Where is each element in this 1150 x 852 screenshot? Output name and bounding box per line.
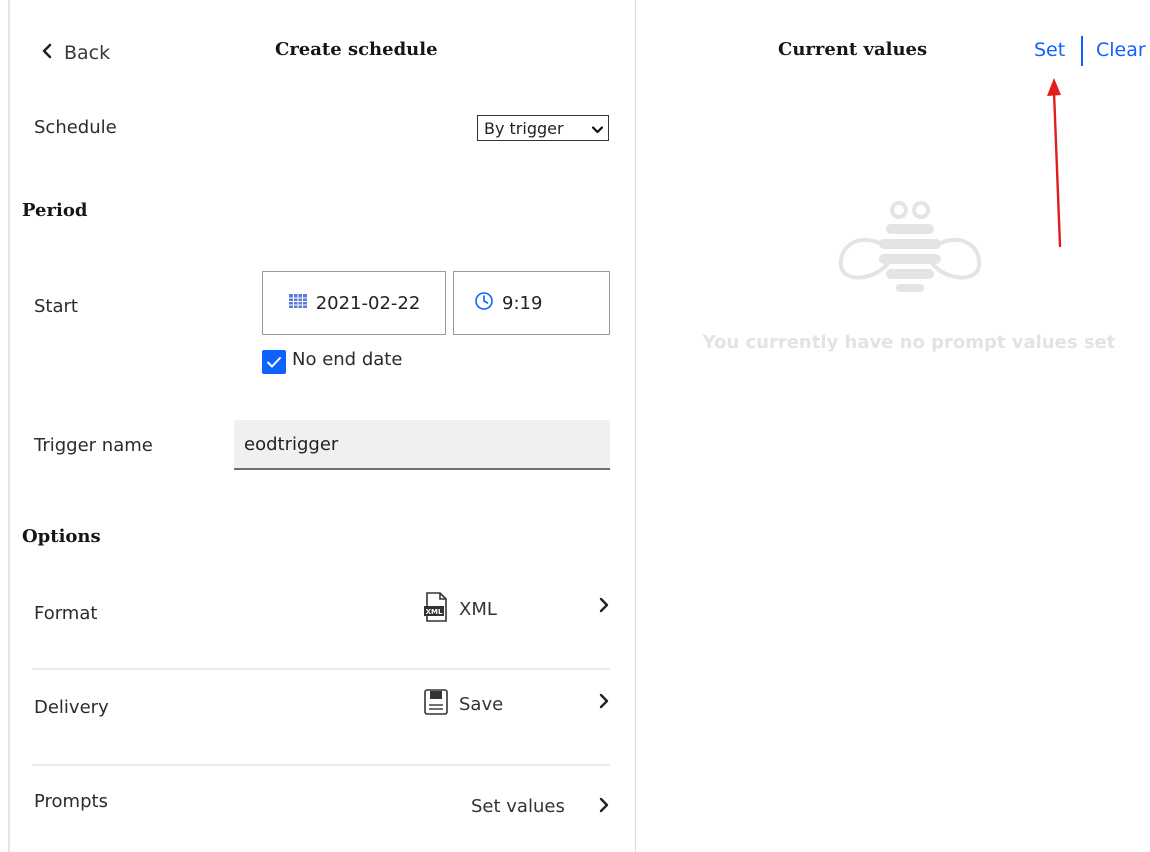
left-border <box>8 0 10 852</box>
delivery-label: Delivery <box>34 697 109 718</box>
prompts-value-text: Set values <box>471 796 565 817</box>
chevron-down-icon <box>591 119 604 138</box>
current-values-title: Current values <box>778 39 928 60</box>
calendar-icon <box>288 293 308 314</box>
format-chevron-right-icon[interactable] <box>598 597 610 617</box>
start-time-value: 9:19 <box>502 292 543 314</box>
link-separator <box>1081 36 1083 66</box>
period-heading: Period <box>22 200 88 221</box>
panel-divider <box>635 0 636 852</box>
format-value: XML XML <box>423 592 497 627</box>
trigger-name-label: Trigger name <box>34 435 153 456</box>
start-date-input[interactable]: 2021-02-22 <box>262 271 446 335</box>
format-separator <box>32 668 610 670</box>
delivery-value: Save <box>423 688 503 721</box>
back-label: Back <box>64 42 111 64</box>
chevron-left-icon <box>40 42 54 64</box>
empty-state-message: You currently have no prompt values set <box>702 332 1116 353</box>
trigger-name-input[interactable]: eodtrigger <box>234 420 610 470</box>
start-time-input[interactable]: 9:19 <box>453 271 610 335</box>
set-link[interactable]: Set <box>1034 39 1065 61</box>
prompts-set-values-link[interactable]: Set values <box>471 796 565 817</box>
delivery-value-text: Save <box>459 694 504 715</box>
start-date-value: 2021-02-22 <box>315 292 421 314</box>
prompts-chevron-right-icon[interactable] <box>598 797 610 817</box>
bee-icon <box>834 196 986 304</box>
format-label: Format <box>34 603 98 624</box>
no-end-date-label: No end date <box>292 349 403 370</box>
red-arrow-annotation <box>1047 78 1062 248</box>
page-title: Create schedule <box>275 39 438 60</box>
back-button[interactable]: Back <box>40 38 110 68</box>
clock-icon <box>474 291 494 316</box>
prompts-label: Prompts <box>34 791 108 812</box>
delivery-separator <box>32 764 610 766</box>
options-heading: Options <box>22 526 101 547</box>
clear-link[interactable]: Clear <box>1096 39 1146 61</box>
schedule-select-value: By trigger <box>484 118 564 138</box>
svg-text:XML: XML <box>426 608 443 616</box>
schedule-label: Schedule <box>34 117 117 138</box>
delivery-chevron-right-icon[interactable] <box>598 693 610 713</box>
checkmark-icon <box>267 356 281 367</box>
no-end-date-checkbox[interactable] <box>262 350 286 374</box>
format-value-text: XML <box>459 599 497 620</box>
trigger-name-value: eodtrigger <box>244 433 339 455</box>
start-label: Start <box>34 296 78 317</box>
xml-file-icon: XML <box>423 592 449 627</box>
schedule-select[interactable]: By trigger <box>477 115 609 141</box>
save-icon <box>423 688 449 721</box>
